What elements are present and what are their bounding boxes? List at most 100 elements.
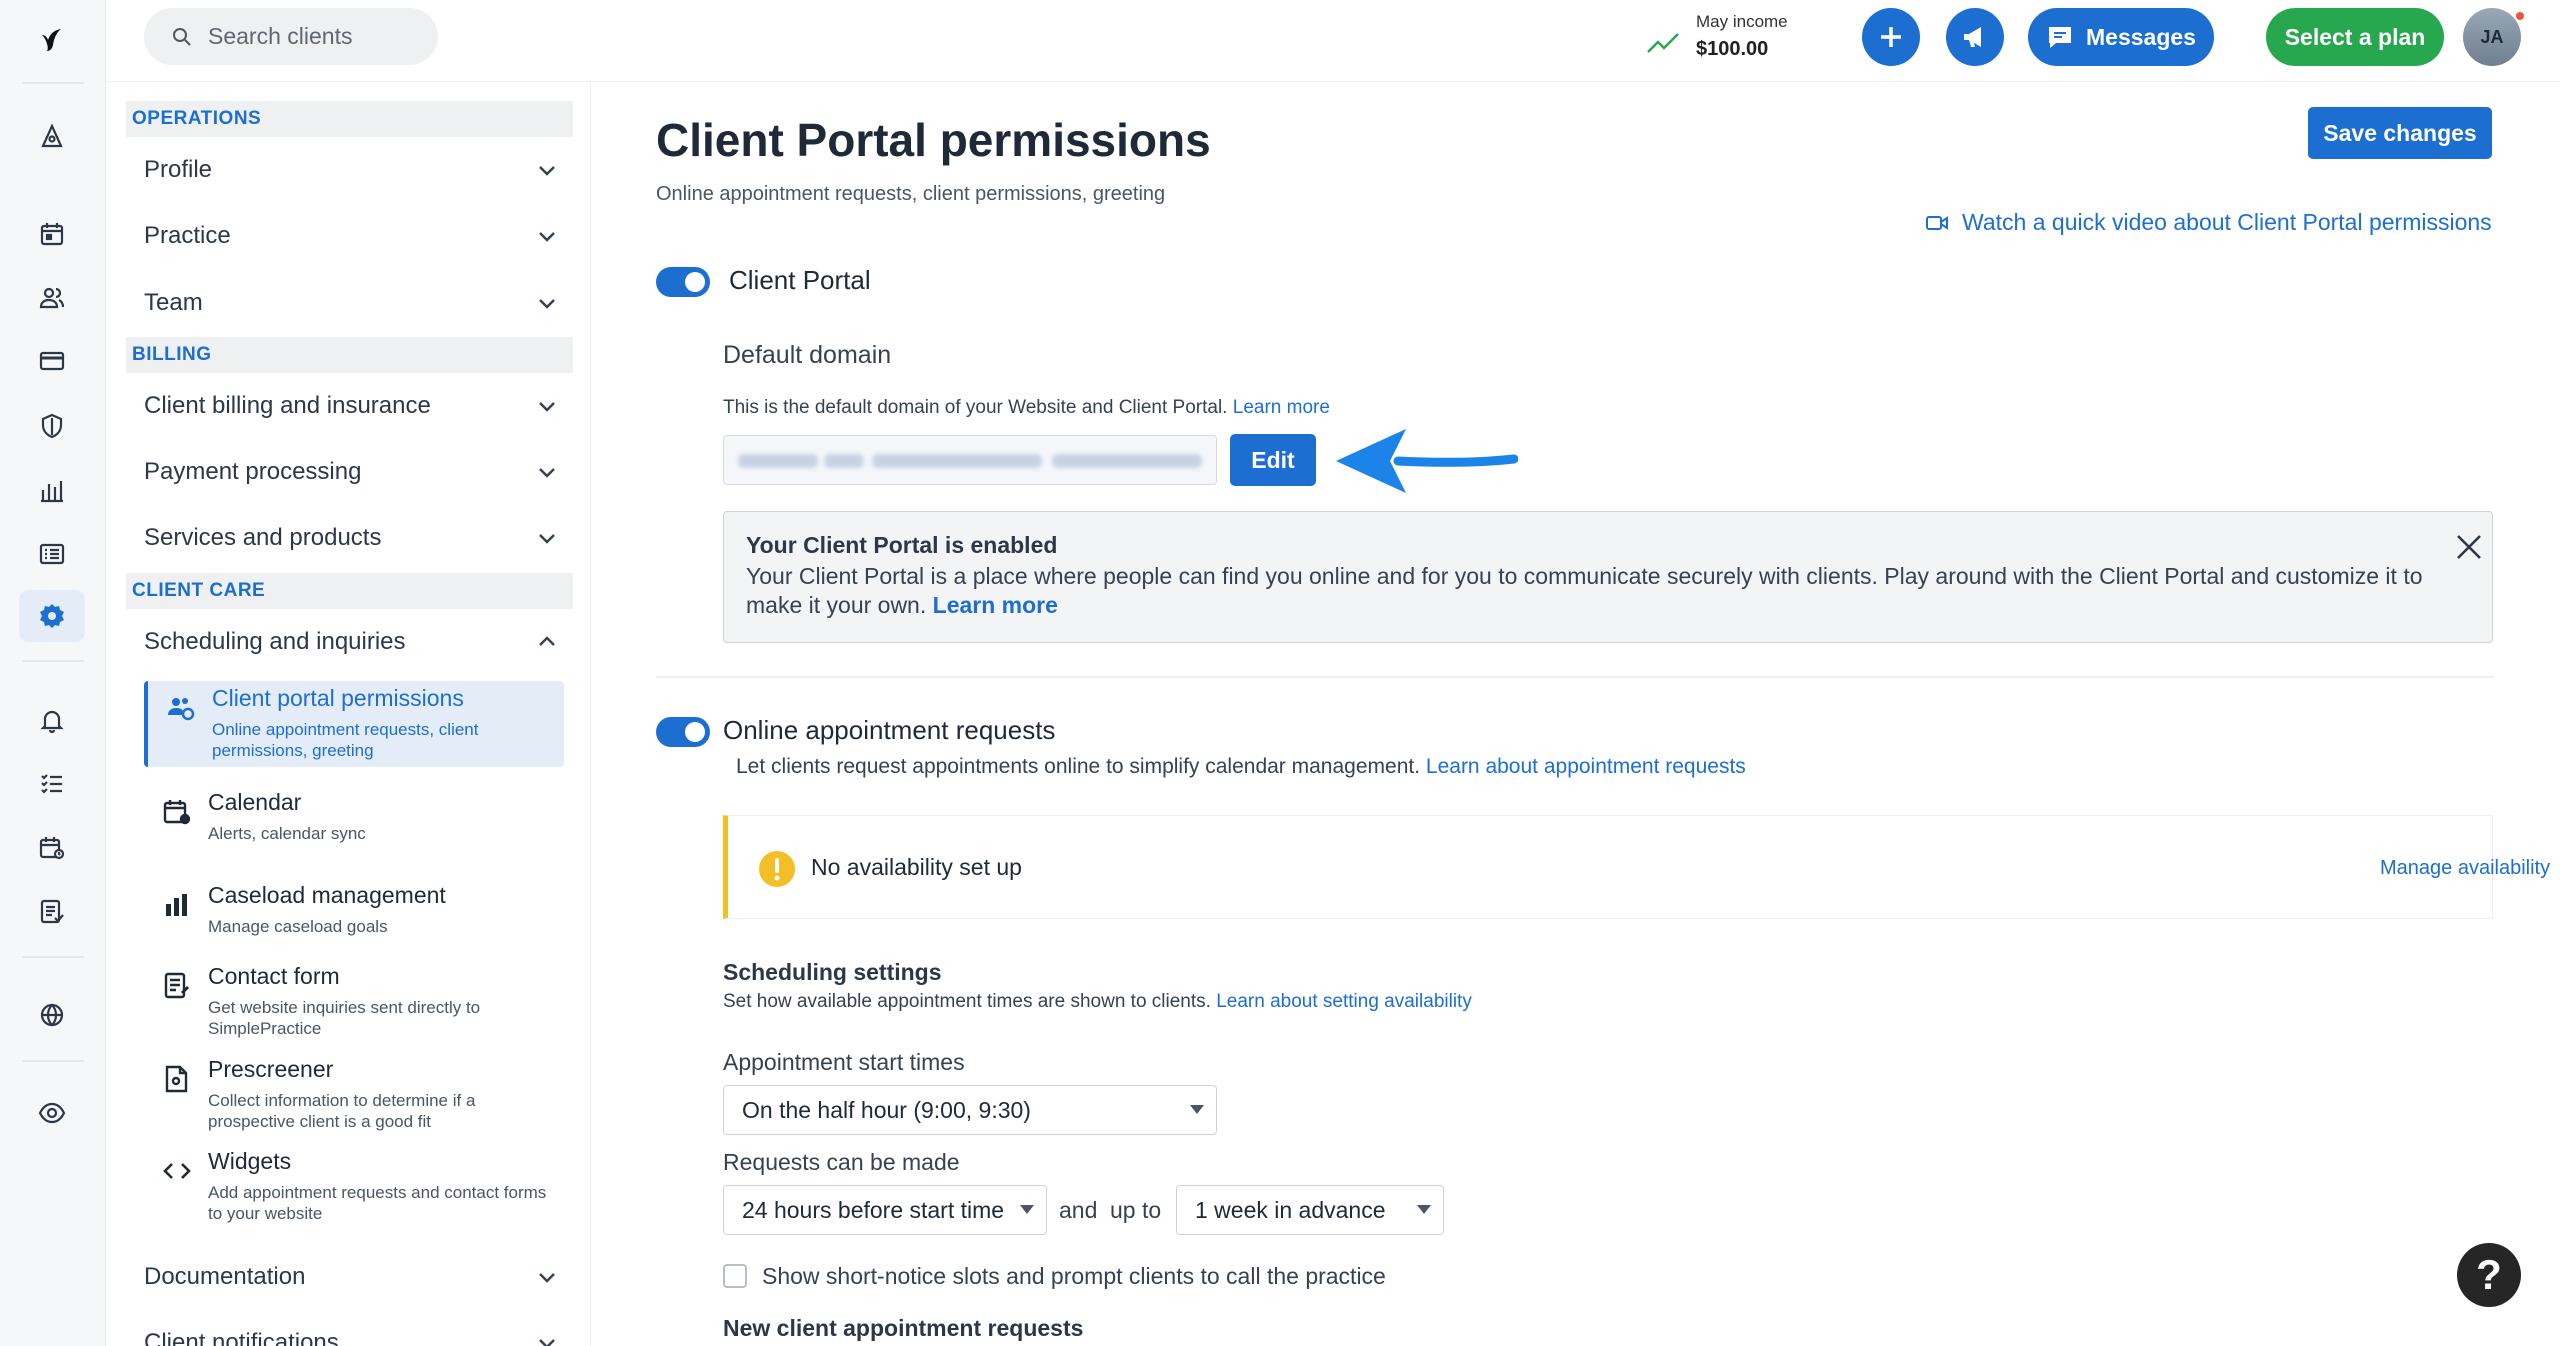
insurance-shield-icon[interactable]	[19, 400, 85, 452]
min-notice-select[interactable]: 24 hours before start time	[723, 1185, 1047, 1235]
online-requests-toggle[interactable]	[656, 717, 710, 747]
notification-dot	[2514, 10, 2526, 22]
messages-button[interactable]: Messages	[2028, 8, 2214, 66]
section-billing: BILLING	[126, 337, 573, 373]
search-input[interactable]	[208, 23, 428, 50]
default-domain-help-text: This is the default domain of your Websi…	[723, 397, 1228, 418]
search-bar[interactable]	[144, 8, 438, 65]
requests-icon[interactable]	[19, 822, 85, 874]
min-notice-value: 24 hours before start time	[742, 1196, 1005, 1223]
manage-availability-link[interactable]: Manage availability	[2380, 857, 2550, 880]
create-button[interactable]	[1862, 8, 1920, 66]
sidebar-group-payment-processing[interactable]: Payment processing	[144, 448, 564, 496]
sidebar-item-prescreener[interactable]: Prescreener Collect information to deter…	[144, 1052, 564, 1138]
client-portal-toggle[interactable]	[656, 267, 710, 297]
tasks-icon[interactable]	[19, 757, 85, 809]
section-divider	[656, 676, 2494, 678]
pointer-arrow-icon	[1336, 429, 1518, 493]
sidebar-group-practice[interactable]: Practice	[144, 212, 564, 260]
simplepractice-logo-icon[interactable]	[19, 14, 85, 66]
chevron-down-icon	[539, 232, 555, 242]
reminders-bell-icon[interactable]	[19, 694, 85, 746]
and-label: and	[1059, 1197, 1098, 1223]
redacted-text	[1052, 454, 1202, 468]
sidebar-item-desc: Manage caseload goals	[208, 917, 388, 936]
sidebar-group-client-billing[interactable]: Client billing and insurance	[144, 382, 564, 430]
appointment-requests-learn-link[interactable]: Learn about appointment requests	[1426, 755, 1746, 778]
documents-icon[interactable]	[19, 886, 85, 938]
dropdown-caret-icon	[1020, 1205, 1034, 1214]
people-gear-icon	[168, 698, 195, 721]
analytics-icon[interactable]	[19, 464, 85, 516]
sidebar-item-label: Caseload management	[208, 882, 446, 908]
sidebar-item-calendar[interactable]: Calendar Alerts, calendar sync	[144, 785, 564, 855]
trend-up-icon	[1647, 33, 1679, 53]
start-times-select[interactable]: On the half hour (9:00, 9:30)	[723, 1085, 1217, 1135]
dropdown-caret-icon	[1417, 1205, 1431, 1214]
avatar[interactable]: JA	[2463, 8, 2521, 66]
sidebar-item-label: Widgets	[208, 1148, 292, 1174]
availability-alert-text: No availability set up	[811, 854, 1022, 880]
announcements-button[interactable]	[1946, 8, 2004, 66]
portal-enabled-notice: Your Client Portal is enabled Your Clien…	[723, 511, 2493, 643]
watch-video-label: Watch a quick video about Client Portal …	[1962, 209, 2492, 235]
online-requests-label: Online appointment requests	[723, 715, 1056, 745]
sidebar-group-services-products[interactable]: Services and products	[144, 514, 564, 562]
home-icon[interactable]	[19, 111, 85, 163]
activity-list-icon[interactable]	[19, 528, 85, 580]
sidebar-item-client-portal-permissions[interactable]: Client portal permissions Online appoint…	[144, 681, 564, 767]
select-plan-button[interactable]: Select a plan	[2266, 8, 2444, 66]
sidebar-item-widgets[interactable]: Widgets Add appointment requests and con…	[144, 1144, 564, 1230]
calendar-icon[interactable]	[19, 208, 85, 260]
clients-icon[interactable]	[19, 272, 85, 324]
close-icon[interactable]	[2454, 532, 2484, 562]
setting-availability-learn-link[interactable]: Learn about setting availability	[1216, 991, 1472, 1012]
sidebar-group-documentation[interactable]: Documentation	[144, 1253, 564, 1301]
page-title: Client Portal permissions	[656, 114, 1211, 166]
chevron-down-icon	[539, 166, 555, 176]
sidebar-item-desc: Get website inquiries sent directly to S…	[208, 998, 481, 1038]
section-operations: OPERATIONS	[126, 101, 573, 137]
sidebar-group-profile[interactable]: Profile	[144, 146, 564, 194]
sidebar-item-contact-form[interactable]: Contact form Get website inquiries sent …	[144, 959, 564, 1045]
online-requests-help-text: Let clients request appointments online …	[736, 755, 1421, 778]
sidebar-group-scheduling[interactable]: Scheduling and inquiries	[144, 618, 564, 666]
online-requests-help: Let clients request appointments online …	[736, 755, 1746, 779]
scheduling-settings-heading: Scheduling settings	[723, 959, 942, 985]
video-camera-icon	[1926, 215, 1948, 230]
chevron-down-icon	[539, 299, 555, 309]
group-label: Scheduling and inquiries	[144, 628, 406, 655]
sidebar-group-team[interactable]: Team	[144, 279, 564, 327]
search-icon	[173, 27, 191, 46]
chevron-down-icon	[539, 534, 555, 544]
income-widget[interactable]: May income $100.00	[1646, 10, 1806, 70]
default-domain-help: This is the default domain of your Websi…	[723, 397, 1330, 419]
form-icon	[164, 972, 190, 999]
settings-gear-icon[interactable]	[19, 590, 85, 642]
chat-bubble-icon	[2049, 27, 2072, 48]
max-advance-value: 1 week in advance	[1195, 1196, 1386, 1223]
sidebar-group-client-notifications[interactable]: Client notifications	[144, 1319, 564, 1346]
client-portal-label: Client Portal	[729, 265, 871, 295]
default-domain-heading: Default domain	[723, 341, 892, 369]
website-globe-icon[interactable]	[19, 989, 85, 1041]
client-view-eye-icon[interactable]	[19, 1087, 85, 1139]
help-button[interactable]: ?	[2457, 1243, 2521, 1307]
default-domain-field[interactable]	[723, 435, 1217, 485]
save-changes-button[interactable]: Save changes	[2308, 107, 2492, 159]
edit-domain-button[interactable]: Edit	[1230, 434, 1316, 486]
notice-learn-more-link[interactable]: Learn more	[933, 592, 1058, 618]
availability-alert: No availability set up Manage availabili…	[723, 815, 2550, 919]
watch-video-link[interactable]: Watch a quick video about Client Portal …	[1926, 209, 2492, 236]
max-advance-select[interactable]: 1 week in advance	[1176, 1185, 1444, 1235]
sidebar-item-caseload-management[interactable]: Caseload management Manage caseload goal…	[144, 878, 564, 948]
default-domain-learn-more-link[interactable]: Learn more	[1233, 397, 1330, 418]
group-label: Documentation	[144, 1263, 306, 1290]
billing-icon[interactable]	[19, 335, 85, 387]
requests-made-label: Requests can be made	[723, 1149, 960, 1175]
group-label: Client billing and insurance	[144, 392, 431, 419]
group-label: Team	[144, 289, 203, 316]
start-times-value: On the half hour (9:00, 9:30)	[742, 1096, 1031, 1123]
income-label: May income	[1696, 12, 1788, 31]
short-notice-checkbox[interactable]	[723, 1264, 747, 1288]
